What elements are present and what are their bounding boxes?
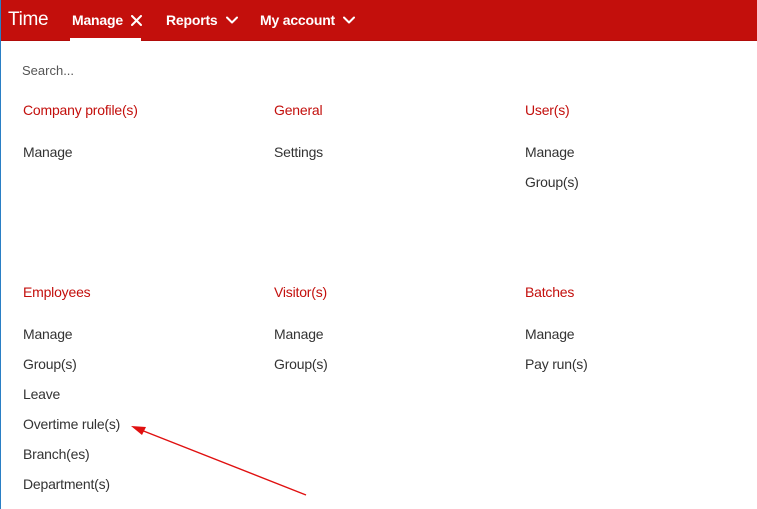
menu-item-users-manage[interactable]: Manage — [525, 142, 755, 172]
section-company-profiles: Company profile(s) Manage — [23, 102, 253, 172]
menu-item-general-settings[interactable]: Settings — [274, 142, 504, 172]
nav-reports[interactable]: Reports — [166, 12, 238, 28]
menu-item-visitors-manage[interactable]: Manage — [274, 324, 504, 354]
menu-item-batches-pay-runs[interactable]: Pay run(s) — [525, 354, 755, 384]
menu-item-users-groups[interactable]: Group(s) — [525, 172, 755, 202]
section-title: User(s) — [525, 102, 570, 118]
app-window: Time Manage Reports My account Company p… — [0, 0, 757, 509]
menu-item-employees-overtime-rules[interactable]: Overtime rule(s) — [23, 414, 253, 444]
section-title: Company profile(s) — [23, 102, 138, 118]
menu-item-employees-branches[interactable]: Branch(es) — [23, 444, 253, 474]
nav-manage[interactable]: Manage — [72, 12, 142, 28]
section-users: User(s) Manage Group(s) — [525, 102, 755, 202]
chevron-down-icon — [343, 16, 356, 24]
section-batches: Batches Manage Pay run(s) — [525, 284, 755, 384]
app-title: Time — [8, 9, 49, 30]
menu-item-batches-manage[interactable]: Manage — [525, 324, 755, 354]
section-employees: Employees Manage Group(s) Leave Overtime… — [23, 284, 253, 504]
menu-item-employees-leave[interactable]: Leave — [23, 384, 253, 414]
nav-my-account[interactable]: My account — [260, 12, 356, 28]
nav-manage-label: Manage — [72, 12, 123, 28]
active-tab-indicator — [70, 38, 141, 41]
search-input[interactable] — [22, 60, 422, 80]
menu-item-employees-manage[interactable]: Manage — [23, 324, 253, 354]
section-general: General Settings — [274, 102, 504, 172]
chevron-down-icon — [225, 16, 238, 24]
menu-item-company-profiles-manage[interactable]: Manage — [23, 142, 253, 172]
section-title: Employees — [23, 284, 91, 300]
menu-item-employees-departments[interactable]: Department(s) — [23, 474, 253, 504]
close-icon[interactable] — [130, 14, 142, 26]
menu-item-visitors-groups[interactable]: Group(s) — [274, 354, 504, 384]
section-title: General — [274, 102, 323, 118]
top-navigation-bar: Time Manage Reports My account — [1, 0, 757, 41]
nav-my-account-label: My account — [260, 12, 336, 28]
menu-item-employees-groups[interactable]: Group(s) — [23, 354, 253, 384]
nav-reports-label: Reports — [166, 12, 218, 28]
section-visitors: Visitor(s) Manage Group(s) — [274, 284, 504, 384]
section-title: Batches — [525, 284, 575, 300]
section-title: Visitor(s) — [274, 284, 327, 300]
